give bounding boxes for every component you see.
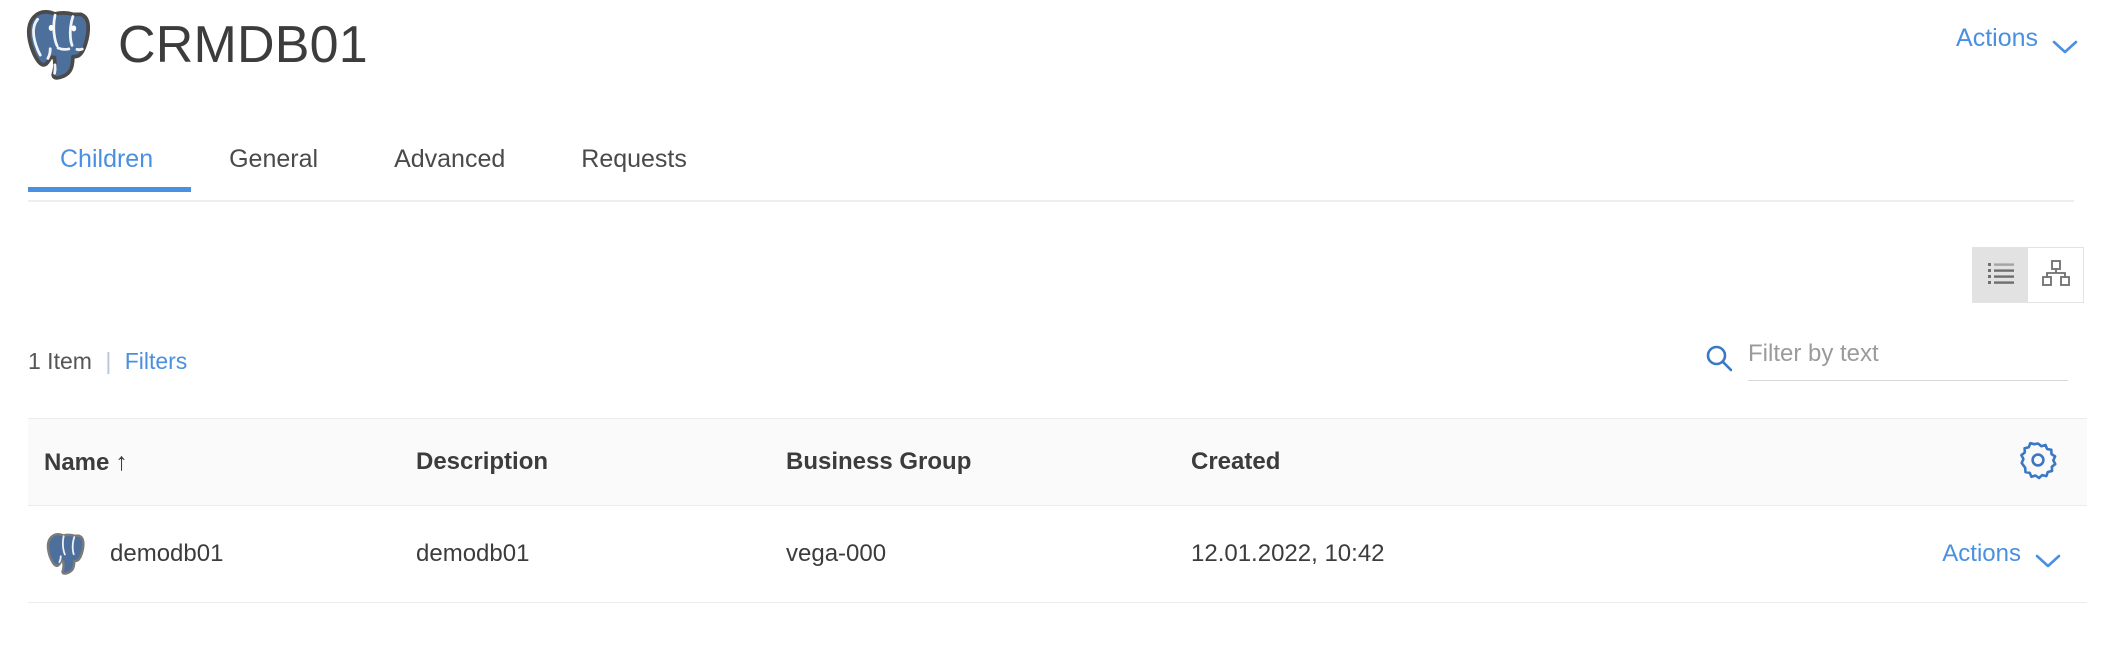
- header-actions-button[interactable]: Actions: [1956, 24, 2078, 53]
- column-header-name[interactable]: Name ↑: [28, 448, 416, 477]
- page-title: CRMDB01: [118, 16, 368, 74]
- list-view-icon: [1987, 262, 2014, 289]
- search-icon[interactable]: [1704, 343, 1734, 378]
- table-header-row: Name ↑ Description Business Group Created: [28, 418, 2087, 506]
- chevron-down-icon: [2052, 32, 2078, 53]
- cell-business-group: vega-000: [786, 540, 887, 567]
- cell-name-label: demodb01: [110, 540, 224, 567]
- table-meta-row: 1 Item | Filters: [0, 340, 2104, 400]
- cell-created: 12.01.2022, 10:42: [1191, 540, 1385, 567]
- sort-ascending-icon: ↑: [115, 447, 128, 476]
- item-count-block: 1 Item | Filters: [28, 348, 187, 375]
- meta-separator: |: [105, 348, 112, 374]
- tabs-divider: [28, 200, 2074, 202]
- children-table: Name ↑ Description Business Group Created: [28, 418, 2087, 603]
- hierarchy-view-icon: [2041, 259, 2070, 291]
- postgresql-elephant-icon: [44, 530, 88, 578]
- tab-advanced[interactable]: Advanced: [356, 145, 543, 192]
- column-header-name-label: Name: [44, 448, 110, 476]
- tab-general[interactable]: General: [191, 145, 356, 192]
- list-view-button[interactable]: [1973, 248, 2028, 302]
- tab-children[interactable]: Children: [28, 145, 192, 192]
- page-root: CRMDB01 Actions Children General Advance…: [0, 0, 2104, 654]
- column-header-description-label: Description: [416, 448, 549, 475]
- gear-icon: [2017, 439, 2059, 486]
- postgresql-elephant-icon: [22, 6, 96, 84]
- column-header-business-group-label: Business Group: [786, 448, 972, 475]
- cell-name: demodb01: [28, 530, 416, 578]
- tab-bar: Children General Advanced Requests: [0, 145, 2104, 205]
- tab-requests-label: Requests: [581, 145, 687, 173]
- hierarchy-view-button[interactable]: [2028, 248, 2083, 302]
- page-title-block: CRMDB01: [22, 6, 368, 84]
- tab-advanced-label: Advanced: [394, 145, 506, 173]
- search-input-underline: [1748, 340, 2068, 381]
- tab-general-label: General: [229, 145, 319, 173]
- tab-children-label: Children: [60, 145, 154, 173]
- row-actions-button[interactable]: Actions: [1942, 540, 2061, 568]
- column-header-created-label: Created: [1191, 448, 1281, 475]
- page-header: CRMDB01 Actions: [0, 0, 2104, 100]
- table-row[interactable]: demodb01 demodb01 vega-000 12.01.2022, 1…: [28, 506, 2087, 603]
- filters-link[interactable]: Filters: [125, 348, 188, 374]
- search-input[interactable]: [1748, 340, 2068, 368]
- column-header-created[interactable]: Created: [1191, 448, 1751, 476]
- column-header-description[interactable]: Description: [416, 448, 786, 476]
- cell-actions: Actions: [1751, 540, 2087, 568]
- tab-requests[interactable]: Requests: [543, 145, 725, 192]
- table-settings-button[interactable]: [1751, 439, 2087, 486]
- item-count-label: 1 Item: [28, 348, 92, 374]
- row-actions-label: Actions: [1942, 540, 2021, 567]
- view-toggle-group: [1972, 247, 2084, 303]
- cell-description: demodb01: [416, 540, 530, 567]
- filter-search-box: [1704, 340, 2068, 381]
- header-actions-label: Actions: [1956, 24, 2038, 52]
- chevron-down-icon: [2035, 547, 2061, 568]
- column-header-business-group[interactable]: Business Group: [786, 448, 1191, 476]
